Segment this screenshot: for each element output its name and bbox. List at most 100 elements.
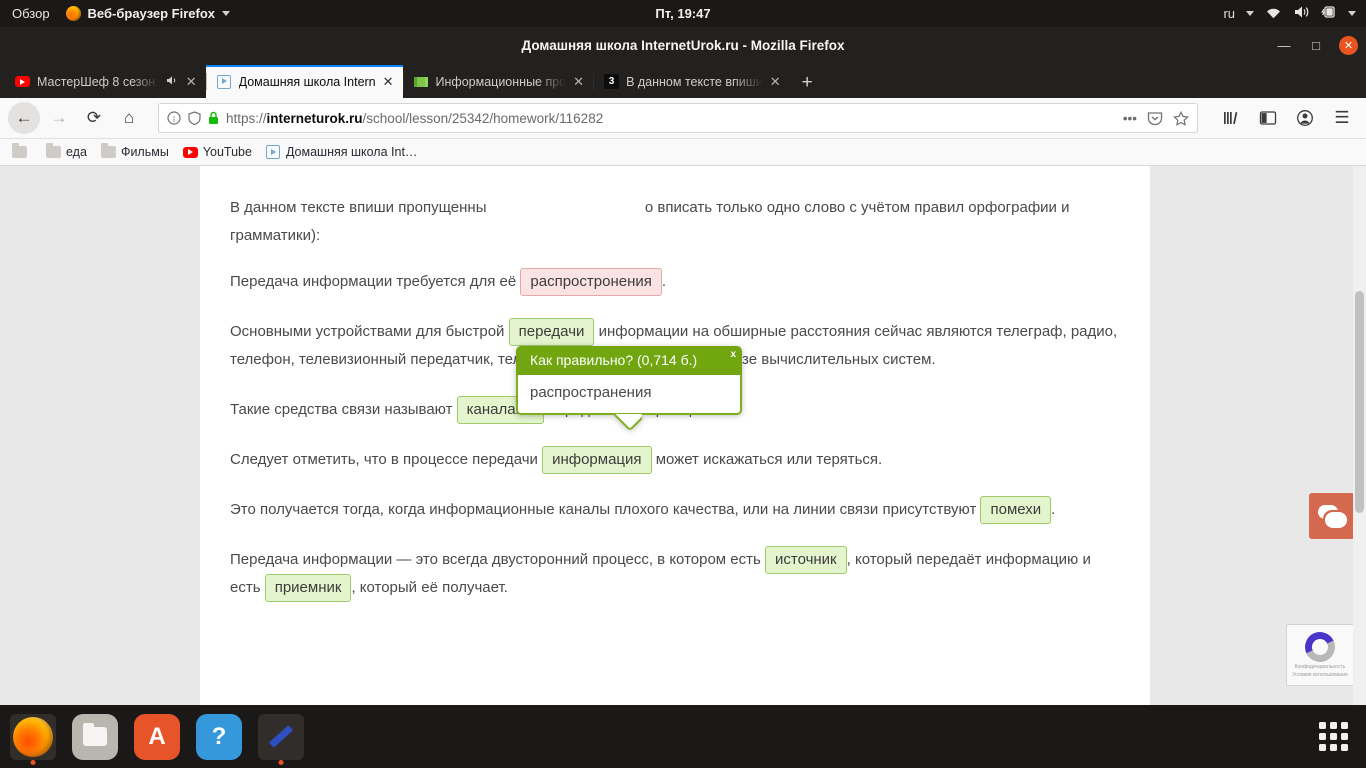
maximize-button[interactable]: □ (1307, 37, 1325, 55)
dock-item-amazon[interactable]: A (134, 713, 180, 760)
green-book-icon (414, 74, 429, 89)
scrollbar-thumb[interactable] (1355, 291, 1364, 513)
page-scrollbar[interactable] (1353, 166, 1366, 705)
grid-dot (1340, 733, 1348, 740)
bookmark-folder-root[interactable] (12, 143, 32, 158)
grid-dot (1329, 733, 1337, 740)
bookmark-label: еда (66, 145, 87, 159)
firefox-icon (65, 6, 81, 21)
answer-field-correct[interactable]: информация (542, 446, 652, 474)
tab-sound-icon[interactable] (166, 75, 179, 89)
sidebar-icon[interactable] (1252, 102, 1284, 134)
sentence-text: Такие средства связи называют (230, 401, 453, 418)
question-mark-icon: ? (211, 722, 227, 750)
wifi-icon[interactable] (1265, 6, 1282, 22)
page-actions-button[interactable]: ••• (1123, 111, 1137, 126)
forward-button[interactable]: → (43, 102, 75, 134)
bookmark-folder-eda[interactable]: еда (46, 143, 87, 159)
menu-button[interactable]: ☰ (1326, 102, 1358, 134)
bookmark-folder-films[interactable]: Фильмы (100, 143, 169, 159)
bookmark-star-icon[interactable] (1173, 110, 1189, 126)
folder-icon (12, 143, 27, 158)
bookmark-label: Фильмы (120, 145, 169, 159)
tab-close-button[interactable]: ✕ (383, 74, 394, 90)
youtube-icon (15, 74, 30, 89)
dock-item-firefox[interactable] (10, 713, 56, 760)
bookmark-label: Домашняя школа Int… (285, 145, 418, 159)
new-tab-button[interactable]: + (790, 72, 825, 98)
volume-icon[interactable] (1293, 5, 1310, 22)
video-play-icon (266, 145, 281, 160)
account-icon[interactable] (1289, 102, 1321, 134)
page-info-icon[interactable]: i (167, 111, 181, 125)
answer-field-correct[interactable]: приемник (264, 574, 352, 602)
recaptcha-icon (1305, 632, 1335, 662)
pocket-icon[interactable] (1147, 111, 1163, 126)
sentence-text: Это получается тогда, когда информационн… (230, 501, 977, 518)
bookmark-youtube[interactable]: YouTube (182, 145, 252, 160)
grid-dot (1318, 733, 1326, 740)
reload-button[interactable]: ⟳ (78, 102, 110, 134)
answer-field-correct[interactable]: помехи (980, 496, 1052, 524)
back-button[interactable]: ← (8, 102, 40, 134)
bookmark-homeschool[interactable]: Домашняя школа Int… (266, 145, 417, 160)
firefox-window: Домашняя школа InternetUrok.ru - Mozilla… (0, 27, 1366, 705)
close-button[interactable]: ✕ (1339, 36, 1358, 55)
overview-button[interactable]: Обзор (12, 6, 50, 21)
grid-dot (1340, 744, 1348, 751)
dock-item-files[interactable] (72, 713, 118, 760)
recaptcha-privacy-label[interactable]: Конфиденциальность (1295, 664, 1346, 670)
tooltip-close-button[interactable]: x (730, 349, 736, 360)
tab-close-button[interactable]: ✕ (770, 74, 781, 90)
tooltip-header: Как правильно? (0,714 б.) x (516, 346, 742, 375)
grid-dot (1329, 722, 1337, 729)
tab-homework[interactable]: 3 В данном тексте впиши ✕ (593, 65, 790, 98)
keyboard-layout-indicator[interactable]: ru (1223, 6, 1235, 21)
tooltip-title: Как правильно? (0,714 б.) (530, 352, 698, 368)
recaptcha-badge[interactable]: Конфиденциальность Условия использования (1286, 624, 1354, 686)
show-applications-button[interactable] (1310, 714, 1356, 760)
pencil-icon (268, 725, 294, 748)
window-titlebar: Домашняя школа InternetUrok.ru - Mozilla… (0, 27, 1366, 64)
folder-icon (46, 143, 61, 158)
active-app-label: Веб-браузер Firefox (87, 6, 216, 21)
tab-homeschool[interactable]: Домашняя школа Intern ✕ (205, 65, 403, 98)
badge-3-icon: 3 (604, 74, 620, 89)
minimize-button[interactable]: — (1275, 37, 1293, 55)
lock-icon[interactable] (208, 111, 219, 125)
url-bar[interactable]: i https://interneturok.ru/school/lesson/… (158, 103, 1198, 133)
recaptcha-terms-label[interactable]: Условия использования (1292, 672, 1348, 678)
dock-item-help[interactable]: ? (196, 713, 242, 760)
tab-label: В данном тексте впиши (626, 74, 763, 89)
url-domain: interneturok.ru (266, 110, 363, 126)
tracking-shield-icon[interactable] (188, 111, 201, 125)
chevron-down-icon (1246, 11, 1254, 16)
folder-icon (83, 723, 107, 746)
answer-field-incorrect[interactable]: распростронения (520, 268, 662, 296)
tooltip-answer-text: распространения (530, 384, 652, 401)
library-icon[interactable] (1215, 102, 1247, 134)
tab-close-button[interactable]: ✕ (186, 74, 197, 90)
dock-item-text-editor[interactable] (258, 713, 304, 760)
sentence-text: Основными устройствами для быстрой (230, 323, 505, 340)
sentence-text: может искажаться или теряться. (655, 451, 883, 468)
svg-text:i: i (173, 114, 176, 124)
chat-widget-button[interactable] (1309, 493, 1355, 539)
folder-icon (100, 143, 116, 158)
battery-icon[interactable] (1321, 5, 1337, 22)
sentence-text: Передача информации требуется для её (230, 273, 517, 290)
url-text[interactable]: https://interneturok.ru/school/lesson/25… (226, 111, 1116, 126)
grid-dot (1318, 722, 1326, 729)
letter-a-icon: A (148, 722, 166, 750)
answer-field-correct[interactable]: передачи (508, 318, 595, 346)
page-viewport: В данном тексте впиши пропущенны о вписа… (0, 166, 1366, 705)
active-app-menu[interactable]: Веб-браузер Firefox (65, 6, 231, 21)
tab-masterchef[interactable]: МастерШеф 8 сезон. ✕ (4, 65, 206, 98)
answer-field-correct[interactable]: источник (764, 546, 847, 574)
home-button[interactable]: ⌂ (113, 102, 145, 134)
navigation-toolbar: ← → ⟳ ⌂ i https://interneturok.ru/school… (0, 98, 1366, 139)
tab-information-processes[interactable]: Информационные про ✕ (402, 65, 594, 98)
sentence-6: Передача информации — это всегда двустор… (230, 546, 1120, 602)
system-menu-chevron-icon[interactable] (1348, 11, 1356, 16)
tab-close-button[interactable]: ✕ (573, 74, 584, 90)
